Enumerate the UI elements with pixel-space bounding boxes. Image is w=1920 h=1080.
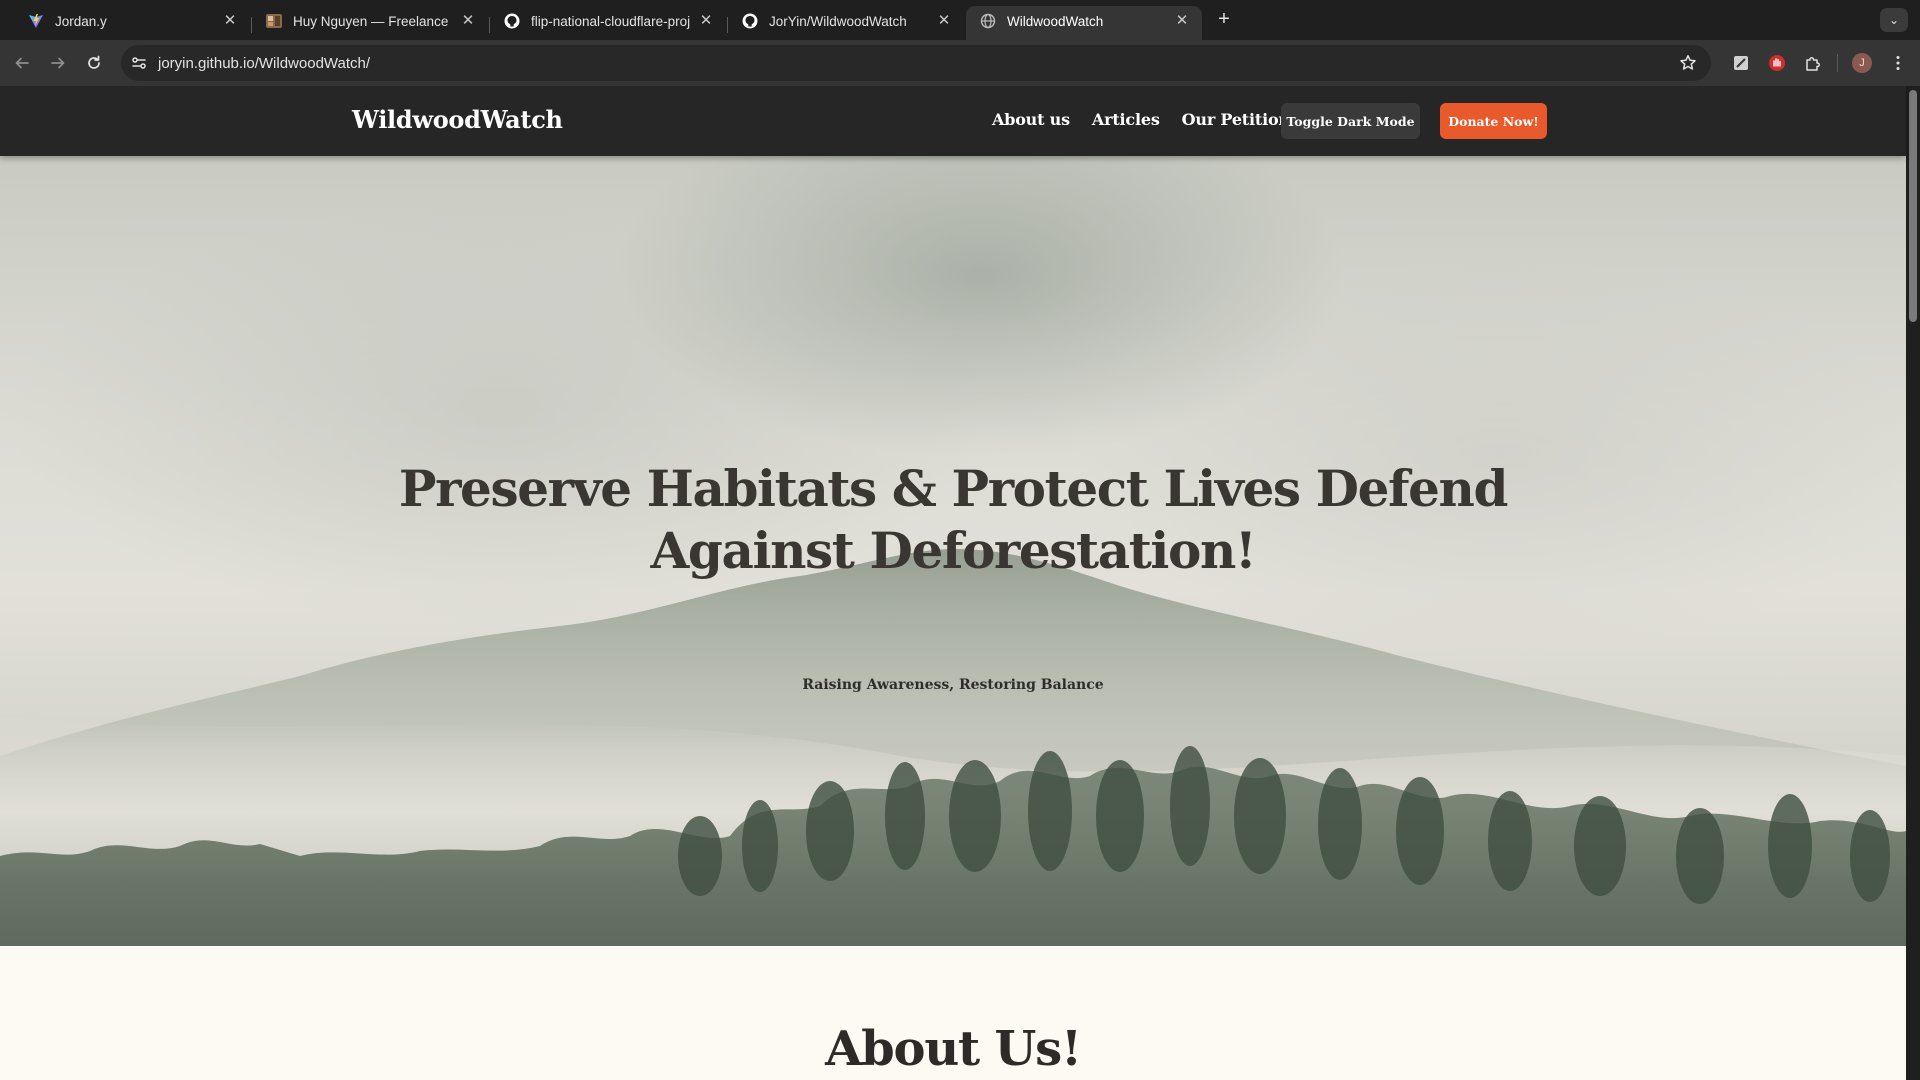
tab-title: flip-national-cloudflare-proje: [531, 13, 690, 29]
tab-close-icon[interactable]: ✕: [698, 13, 714, 29]
site-logo[interactable]: WildwoodWatch: [352, 105, 563, 134]
browser-tab[interactable]: Huy Nguyen — Freelance Wel ✕: [252, 6, 490, 40]
tab-close-icon[interactable]: ✕: [222, 13, 238, 29]
tab-title: WildwoodWatch: [1007, 13, 1104, 29]
site-info-icon[interactable]: [130, 54, 148, 72]
hero-subtitle: Raising Awareness, Restoring Balance: [802, 677, 1104, 693]
extension-note-icon[interactable]: [1723, 45, 1759, 81]
browser-tab[interactable]: JorYin/WildwoodWatch ✕: [728, 6, 964, 40]
tab-title: Huy Nguyen — Freelance Wel: [293, 13, 452, 29]
tab-close-icon[interactable]: ✕: [460, 13, 476, 29]
about-heading: About Us!: [825, 1021, 1082, 1077]
page-scrollbar[interactable]: [1906, 86, 1920, 1080]
tab-close-icon[interactable]: ✕: [936, 13, 952, 29]
vite-logo-icon: [29, 14, 43, 28]
donate-button[interactable]: Donate Now!: [1440, 103, 1547, 139]
browser-menu-icon[interactable]: [1880, 45, 1916, 81]
bookmark-star-icon[interactable]: [1679, 54, 1697, 72]
browser-tab[interactable]: flip-national-cloudflare-proje ✕: [490, 6, 728, 40]
toolbar-separator: [1837, 54, 1838, 72]
github-icon: [742, 13, 758, 29]
forward-icon[interactable]: [40, 45, 76, 81]
toolbar-extensions: J: [1723, 40, 1920, 86]
tab-close-icon[interactable]: ✕: [1174, 13, 1190, 29]
profile-button[interactable]: J: [1844, 45, 1880, 81]
globe-icon: [980, 13, 996, 29]
address-bar[interactable]: joryin.github.io/WildwoodWatch/: [121, 45, 1711, 81]
github-icon: [504, 13, 520, 29]
tab-title: JorYin/WildwoodWatch: [769, 13, 907, 29]
scrollbar-thumb[interactable]: [1909, 90, 1917, 322]
reload-icon[interactable]: [76, 45, 112, 81]
toggle-dark-mode-button[interactable]: Toggle Dark Mode: [1281, 103, 1420, 139]
tab-search-icon[interactable]: ⌄: [1880, 8, 1908, 32]
tab-title: Jordan.y: [55, 13, 107, 29]
page-viewport: WildwoodWatch About us Articles Our Peti…: [0, 86, 1920, 1080]
extension-hand-icon[interactable]: [1759, 45, 1795, 81]
avatar: J: [1852, 53, 1872, 73]
site-navbar: WildwoodWatch About us Articles Our Peti…: [0, 86, 1906, 156]
url-text[interactable]: joryin.github.io/WildwoodWatch/: [158, 55, 370, 72]
browser-toolbar: joryin.github.io/WildwoodWatch/ J: [0, 40, 1920, 86]
new-tab-icon[interactable]: +: [1212, 8, 1236, 31]
extensions-puzzle-icon[interactable]: [1795, 45, 1831, 81]
browser-tab[interactable]: Jordan.y ✕: [14, 6, 252, 40]
nav-links: About us Articles Our Petition!: [992, 110, 1319, 129]
browser-tab-strip: Jordan.y ✕ Huy Nguyen — Freelance Wel ✕ …: [0, 0, 1920, 40]
hero-section: Preserve Habitats & Protect Lives Defend…: [0, 156, 1906, 946]
nav-articles-link[interactable]: Articles: [1092, 110, 1160, 129]
nav-about-link[interactable]: About us: [992, 110, 1070, 129]
hero-title: Preserve Habitats & Protect Lives Defend…: [398, 459, 1509, 580]
site-thumbnail-icon: [266, 14, 282, 28]
nav-petition-link[interactable]: Our Petition!: [1182, 110, 1297, 129]
back-icon[interactable]: [4, 45, 40, 81]
browser-tab-active[interactable]: WildwoodWatch ✕: [966, 6, 1202, 40]
